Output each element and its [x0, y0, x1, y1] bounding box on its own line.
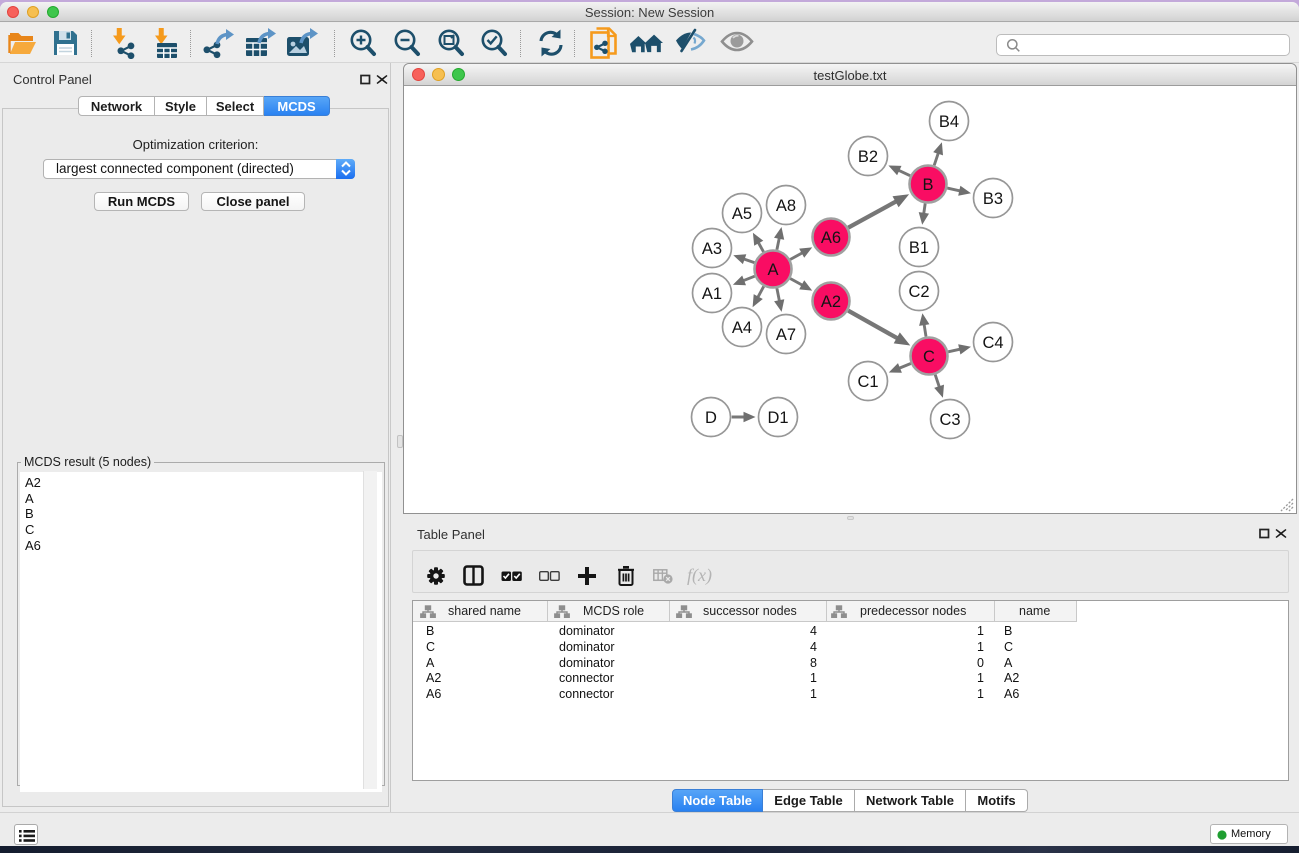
svg-text:C: C: [923, 348, 935, 366]
svg-text:B1: B1: [909, 239, 929, 257]
svg-text:A6: A6: [821, 229, 841, 247]
svg-text:C4: C4: [982, 334, 1003, 352]
svg-text:B3: B3: [983, 190, 1003, 208]
svg-text:D: D: [705, 409, 717, 427]
svg-text:A3: A3: [702, 240, 722, 258]
svg-text:A2: A2: [821, 293, 841, 311]
svg-text:B: B: [922, 176, 933, 194]
svg-text:B2: B2: [858, 148, 878, 166]
svg-text:C2: C2: [908, 283, 929, 301]
svg-text:C1: C1: [857, 373, 878, 391]
svg-text:D1: D1: [767, 409, 788, 427]
svg-text:B4: B4: [939, 113, 959, 131]
svg-text:C3: C3: [939, 411, 960, 429]
svg-text:A5: A5: [732, 205, 752, 223]
svg-text:A4: A4: [732, 319, 752, 337]
svg-text:A: A: [767, 261, 778, 279]
svg-text:A7: A7: [776, 326, 796, 344]
svg-text:A8: A8: [776, 197, 796, 215]
svg-text:A1: A1: [702, 285, 722, 303]
